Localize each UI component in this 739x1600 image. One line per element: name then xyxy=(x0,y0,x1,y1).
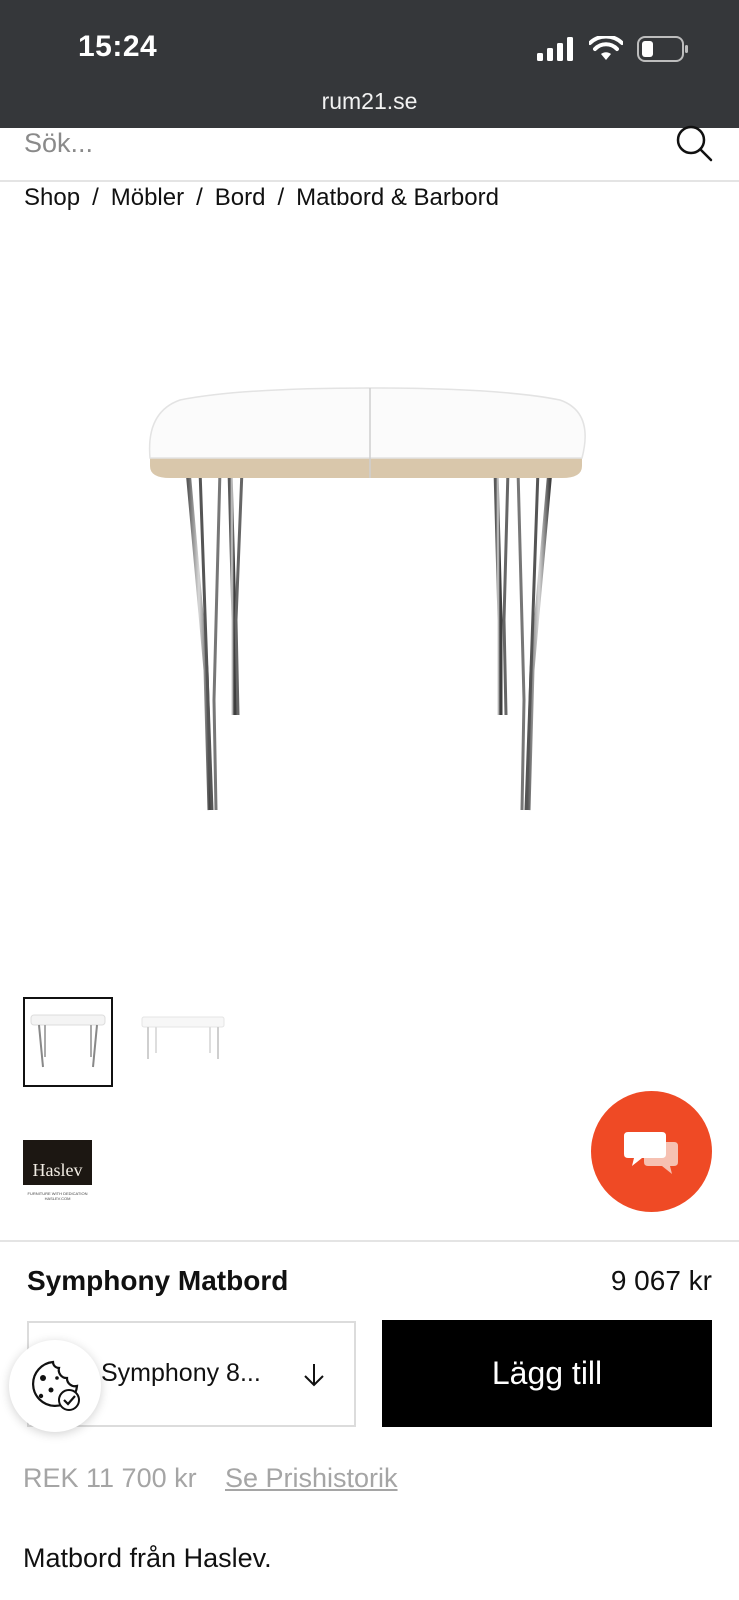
breadcrumb-separator: / xyxy=(92,184,99,211)
breadcrumb-separator: / xyxy=(196,184,203,211)
breadcrumb-item-mobler[interactable]: Möbler xyxy=(111,184,184,212)
thumbnail-1[interactable] xyxy=(23,997,113,1087)
product-image[interactable] xyxy=(120,370,620,820)
product-description: Matbord från Haslev. xyxy=(23,1543,272,1573)
variant-select-value: Symphony 8... xyxy=(101,1359,261,1387)
thumbnail-1-image xyxy=(30,1014,106,1068)
brand-logo-tagline: FURNITURE WITH DEDICATION HASLEV.COM xyxy=(23,1185,92,1207)
chat-button[interactable] xyxy=(591,1091,712,1212)
search-bar[interactable]: Sök... xyxy=(0,125,739,182)
cookie-icon xyxy=(32,1360,80,1411)
product-price: 9 067 kr xyxy=(610,1265,712,1296)
breadcrumb-item-matbord-barbord[interactable]: Matbord & Barbord xyxy=(296,184,499,212)
wifi-icon xyxy=(589,36,623,60)
status-bar: 15:24 rum21.se xyxy=(0,0,739,128)
chat-icon xyxy=(623,1131,678,1174)
product-title: Symphony Matbord xyxy=(27,1265,289,1296)
breadcrumb-separator: / xyxy=(277,184,285,211)
breadcrumb-item-shop[interactable]: Shop xyxy=(24,184,80,212)
battery-icon xyxy=(637,36,688,62)
browser-url[interactable]: rum21.se xyxy=(0,88,739,115)
panel-divider xyxy=(0,1240,739,1242)
status-icons xyxy=(537,36,689,62)
signal-icon xyxy=(537,37,573,61)
thumbnail-2[interactable] xyxy=(138,997,228,1087)
arrow-down-icon xyxy=(304,1364,324,1387)
breadcrumb-item-bord[interactable]: Bord xyxy=(215,184,266,212)
price-history-link[interactable]: Se Prishistorik xyxy=(225,1463,398,1494)
breadcrumb: Shop / Möbler / Bord / Matbord & Barbord xyxy=(24,184,499,212)
search-input[interactable]: Sök... xyxy=(24,128,93,159)
search-icon[interactable] xyxy=(673,122,717,166)
add-to-cart-button[interactable]: Lägg till xyxy=(382,1320,712,1427)
brand-logo[interactable]: Haslev FURNITURE WITH DEDICATION HASLEV.… xyxy=(23,1140,92,1207)
cookie-settings-button[interactable] xyxy=(9,1340,101,1432)
brand-logo-name: Haslev xyxy=(32,1160,83,1180)
thumbnail-2-image xyxy=(141,1016,225,1059)
reference-price: REK 11 700 kr xyxy=(23,1463,197,1493)
status-time: 15:24 xyxy=(78,30,158,63)
